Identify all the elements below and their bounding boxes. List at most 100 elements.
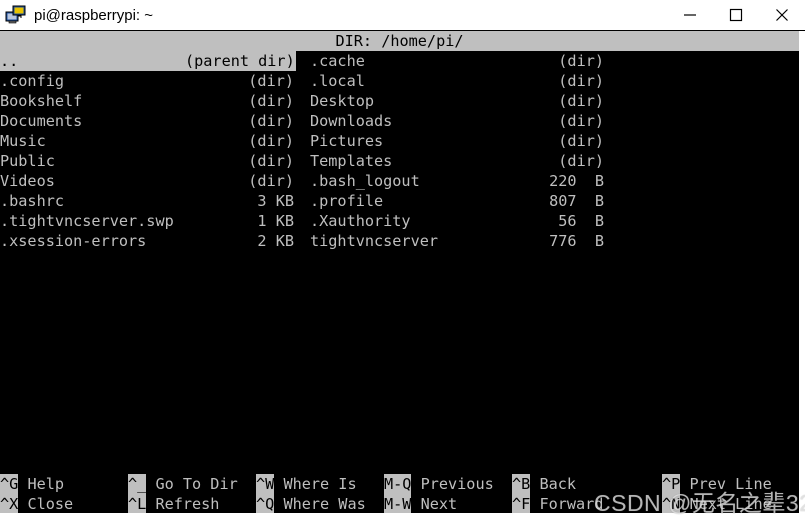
file-size-left: (dir): [248, 152, 294, 170]
minimize-button[interactable]: [667, 0, 713, 30]
file-size-left: 1 KB: [257, 212, 294, 230]
file-size-right: 776 B: [549, 232, 604, 250]
shortcut-label: Where Is: [274, 475, 357, 493]
maximize-button[interactable]: [713, 0, 759, 30]
file-size-left: (dir): [248, 112, 294, 130]
shortcut-close[interactable]: ^X Close: [0, 494, 73, 514]
putty-terminal-icon: [5, 5, 27, 25]
file-name-right[interactable]: Pictures: [310, 131, 495, 151]
file-row[interactable]: Documents (dir) Downloads (dir): [0, 111, 799, 131]
shortcut-bar: ^G Help ^_ Go To Dir ^W Where Is M-Q Previo…: [0, 474, 799, 514]
file-size-left: (dir): [248, 92, 294, 110]
file-size-left: (dir): [248, 72, 294, 90]
shortcut-go-to-dir[interactable]: ^_ Go To Dir: [128, 474, 238, 494]
file-name-left[interactable]: Videos: [0, 171, 185, 191]
shortcut-where-is[interactable]: ^W Where Is: [256, 474, 357, 494]
file-row[interactable]: .tightvncserver.swp 1 KB .Xauthority 56 B: [0, 211, 799, 231]
shortcut-refresh[interactable]: ^L Refresh: [128, 494, 219, 514]
shortcut-label: Help: [18, 475, 65, 493]
file-size-left: (dir): [248, 132, 294, 150]
file-row[interactable]: .config (dir) .local (dir): [0, 71, 799, 91]
file-size-left: (dir): [248, 172, 294, 190]
shortcut-label: Next: [411, 495, 458, 513]
file-name-right[interactable]: Templates: [310, 151, 495, 171]
file-name-right[interactable]: .local: [310, 71, 495, 91]
shortcut-back[interactable]: ^B Back: [512, 474, 576, 494]
file-name-left[interactable]: .tightvncserver.swp: [0, 211, 185, 231]
shortcut-label: Back: [530, 475, 577, 493]
shortcut-key: ^F: [512, 494, 531, 514]
file-row[interactable]: .. (parent dir) .cache (dir): [0, 51, 799, 71]
shortcut-row-2: ^X Close ^L Refresh ^Q Where Was M-W Next ^F…: [0, 494, 799, 514]
window-root: pi@raspberrypi: ~ DIR: /home/pi/ .. (par…: [0, 0, 805, 517]
window-title: pi@raspberrypi: ~: [34, 6, 154, 24]
file-size-right: (dir): [558, 132, 604, 150]
file-name-right[interactable]: tightvncserver: [310, 231, 495, 251]
file-name-right[interactable]: .bash_logout: [310, 171, 495, 191]
file-name-left[interactable]: ..: [0, 51, 185, 71]
shortcut-label: Go To Dir: [146, 475, 238, 493]
file-name-left[interactable]: Documents: [0, 111, 185, 131]
shortcut-key: ^Q: [256, 494, 275, 514]
file-name-right[interactable]: Downloads: [310, 111, 495, 131]
file-row[interactable]: Bookshelf (dir) Desktop (dir): [0, 91, 799, 111]
file-size-right: 56 B: [558, 212, 604, 230]
file-size-left: (parent dir): [185, 51, 296, 71]
shortcut-key: ^X: [0, 494, 19, 514]
shortcut-row-1: ^G Help ^_ Go To Dir ^W Where Is M-Q Previo…: [0, 474, 799, 494]
file-name-left[interactable]: .bashrc: [0, 191, 185, 211]
file-name-left[interactable]: Music: [0, 131, 185, 151]
shortcut-where-was[interactable]: ^Q Where Was: [256, 494, 366, 514]
file-name-left[interactable]: Public: [0, 151, 185, 171]
shortcut-label: Close: [18, 495, 74, 513]
file-row[interactable]: Public (dir) Templates (dir): [0, 151, 799, 171]
terminal-screen[interactable]: DIR: /home/pi/ .. (parent dir) .cache (dir)…: [0, 31, 799, 514]
file-size-right: (dir): [558, 152, 604, 170]
shortcut-label: Forward: [530, 495, 604, 513]
shortcut-next[interactable]: M-W Next: [384, 494, 457, 514]
shortcut-key: ^G: [0, 474, 19, 494]
file-size-left: 3 KB: [257, 192, 294, 210]
file-name-right[interactable]: Desktop: [310, 91, 495, 111]
file-name-left[interactable]: .xsession-errors: [0, 231, 185, 251]
shortcut-key: M-Q: [384, 474, 412, 494]
file-name-right[interactable]: .cache: [310, 51, 495, 71]
file-size-right: (dir): [558, 92, 604, 110]
file-size-right: (dir): [558, 52, 604, 70]
shortcut-key: ^N: [662, 494, 681, 514]
file-size-right: (dir): [558, 112, 604, 130]
window-controls: [667, 0, 805, 30]
file-name-left[interactable]: Bookshelf: [0, 91, 185, 111]
file-name-right[interactable]: .Xauthority: [310, 211, 495, 231]
file-size-right: 220 B: [549, 172, 604, 190]
file-listing[interactable]: .. (parent dir) .cache (dir) .config (dir) .lo…: [0, 51, 799, 251]
file-row[interactable]: .bashrc 3 KB .profile 807 B: [0, 191, 799, 211]
shortcut-key: M-W: [384, 494, 412, 514]
file-size-right: (dir): [558, 72, 604, 90]
file-size-left: 2 KB: [257, 232, 294, 250]
shortcut-key: ^P: [662, 474, 681, 494]
shortcut-prev-line[interactable]: ^P Prev Line: [662, 474, 772, 494]
close-button[interactable]: [759, 0, 805, 30]
shortcut-label: Where Was: [274, 495, 366, 513]
shortcut-previous[interactable]: M-Q Previous: [384, 474, 494, 494]
shortcut-label: Refresh: [146, 495, 220, 513]
window-right-margin: [799, 31, 805, 517]
file-size-right: 807 B: [549, 192, 604, 210]
file-row[interactable]: Music (dir) Pictures (dir): [0, 131, 799, 151]
file-row[interactable]: .xsession-errors 2 KB tightvncserver 776 B: [0, 231, 799, 251]
shortcut-key: ^L: [128, 494, 147, 514]
shortcut-key: ^_: [128, 474, 147, 494]
shortcut-label: Previous: [411, 475, 494, 493]
shortcut-key: ^W: [256, 474, 275, 494]
file-name-left[interactable]: .config: [0, 71, 185, 91]
shortcut-forward[interactable]: ^F Forward: [512, 494, 603, 514]
shortcut-key: ^B: [512, 474, 531, 494]
file-name-right[interactable]: .profile: [310, 191, 495, 211]
shortcut-label: Prev Line: [680, 475, 772, 493]
shortcut-help[interactable]: ^G Help: [0, 474, 64, 494]
dir-header-bar: DIR: /home/pi/: [0, 31, 799, 51]
file-row[interactable]: Videos (dir) .bash_logout 220 B: [0, 171, 799, 191]
shortcut-next-line[interactable]: ^N Next Line: [662, 494, 772, 514]
shortcut-label: Next Line: [680, 495, 772, 513]
